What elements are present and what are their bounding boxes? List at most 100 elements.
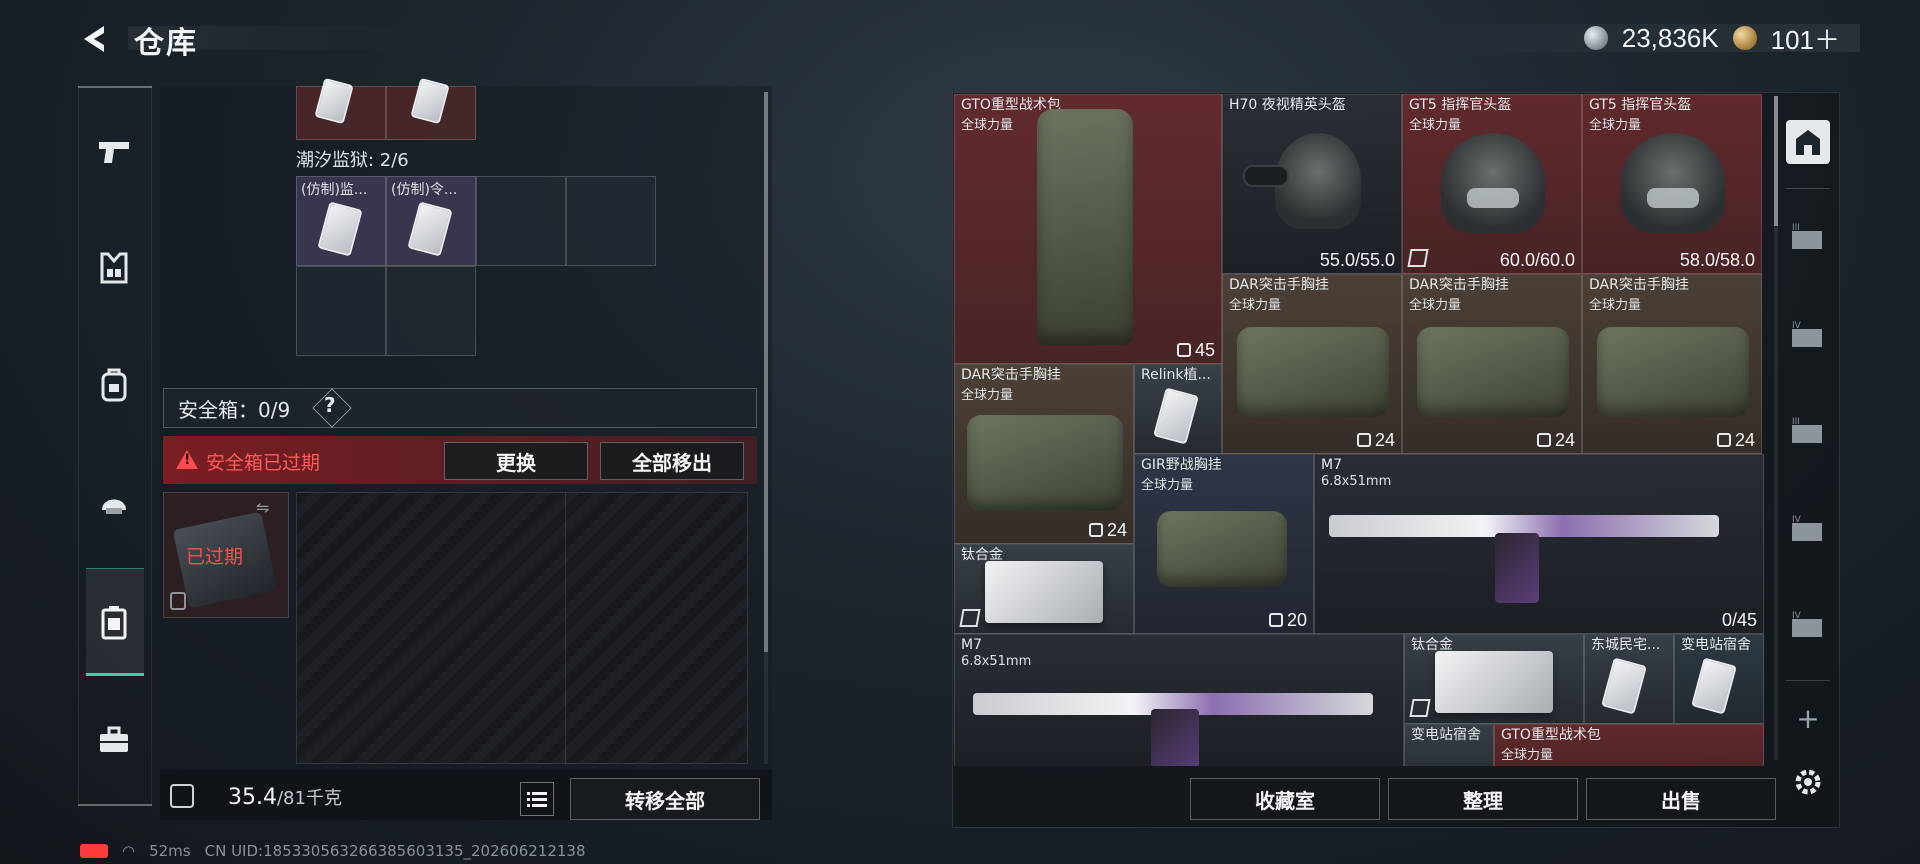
- case-expired-label: 已过期: [186, 546, 244, 568]
- capacity-icon: [1176, 343, 1191, 357]
- capacity-value: 45: [1194, 340, 1215, 360]
- helmet-image: [1441, 133, 1545, 233]
- left-scroll-thumb[interactable]: [764, 92, 768, 652]
- stash-tab-4c[interactable]: IV: [1786, 602, 1830, 646]
- item-name: DAR突击手胸挂: [1229, 277, 1329, 293]
- stash-item-dar-rig[interactable]: DAR突击手胸挂 全球力量 24: [1222, 274, 1402, 454]
- stash-tab-4b[interactable]: IV: [1786, 506, 1830, 550]
- empty-slot[interactable]: [566, 176, 656, 266]
- storage-cell[interactable]: [296, 77, 386, 140]
- stash-tab-3b[interactable]: III: [1786, 408, 1830, 452]
- keycard-slot[interactable]: (仿制)监...: [296, 176, 386, 266]
- stash-home-tab[interactable]: [1786, 120, 1830, 164]
- stash-item-dar-rig[interactable]: DAR突击手胸挂 全球力量 24: [1582, 274, 1762, 454]
- rail-weapons-button[interactable]: [90, 128, 138, 176]
- stash-item-h70-helmet[interactable]: H70 夜视精英头盔 55.0/55.0: [1222, 94, 1402, 274]
- replace-button[interactable]: 更换: [444, 442, 588, 480]
- stash-tab-4[interactable]: IV: [1786, 312, 1830, 356]
- stash-item-gto-pack[interactable]: GTO重型战术包 全球力量 45: [954, 94, 1222, 364]
- back-arrow-icon: [84, 26, 104, 52]
- stash-grid: GTO重型战术包 全球力量 45 H70 夜视精英头盔 55.0/55.0 GT…: [954, 94, 1768, 766]
- stash-item-relink[interactable]: Relink植...: [1134, 364, 1222, 454]
- item-capacity: 24: [1088, 520, 1127, 541]
- rail-toolbox-button[interactable]: [90, 716, 138, 764]
- stash-item-gto-pack[interactable]: GTO重型战术包 全球力量: [1494, 724, 1764, 766]
- stash-scroll-thumb[interactable]: [1774, 96, 1778, 226]
- item-durability: 58.0/58.0: [1679, 250, 1755, 270]
- rail-divider-bottom: [78, 804, 152, 806]
- keycard-slot[interactable]: (仿制)令...: [386, 176, 476, 266]
- gold-coin-icon: [1732, 26, 1757, 50]
- battery-icon: [80, 844, 108, 858]
- rail-armor-button[interactable]: [90, 244, 138, 292]
- rifle-mag-image: [1151, 709, 1199, 766]
- empty-slot[interactable]: [476, 176, 566, 266]
- stash-item-titanium[interactable]: 钛合金: [1404, 634, 1584, 724]
- list-view-button[interactable]: [520, 782, 554, 816]
- stash-item-gir-rig[interactable]: GIR野战胸挂 全球力量 20: [1134, 454, 1314, 634]
- collection-room-button[interactable]: 收藏室: [1190, 778, 1380, 820]
- backpack-icon: [101, 368, 127, 402]
- stash-item-m7-rifle[interactable]: M7 6.8x51mm: [954, 634, 1404, 766]
- empty-slot[interactable]: [296, 266, 386, 356]
- item-capacity: 24: [1716, 430, 1755, 451]
- settings-button[interactable]: [1786, 760, 1830, 804]
- wifi-icon: ◠: [122, 842, 136, 860]
- stash-item-titanium[interactable]: 钛合金: [954, 544, 1134, 634]
- weight-icon: [170, 784, 194, 808]
- rail-safebox-button[interactable]: [90, 598, 138, 646]
- rail-helmet-button[interactable]: [90, 478, 138, 526]
- item-faction: 全球力量: [961, 118, 1014, 133]
- capacity-icon: [1088, 523, 1103, 537]
- item-name: M7: [1321, 457, 1342, 473]
- folder-medical-icon: IV: [1792, 611, 1822, 637]
- item-name: GTO重型战术包: [1501, 727, 1601, 743]
- capacity-value: 24: [1554, 430, 1575, 450]
- item-name: DAR突击手胸挂: [961, 367, 1061, 383]
- repair-icon: [959, 609, 981, 627]
- item-name: 变电站宿舍: [1411, 727, 1481, 743]
- item-capacity: 24: [1356, 430, 1395, 451]
- sell-button[interactable]: 出售: [1586, 778, 1776, 820]
- swap-icon[interactable]: ⇋: [256, 498, 269, 517]
- item-name: GIR野战胸挂: [1141, 457, 1222, 473]
- stash-tab-3[interactable]: III: [1786, 214, 1830, 258]
- keycard-icon: [407, 201, 453, 257]
- uid-text: CN UID:18533056326638560313​5_2026062121…: [204, 842, 586, 860]
- add-tab-button[interactable]: +: [1786, 696, 1830, 740]
- nvg-image: [1243, 165, 1289, 187]
- sort-button[interactable]: 整理: [1388, 778, 1578, 820]
- stash-item-keycard[interactable]: 变电站宿舍: [1404, 724, 1494, 766]
- stash-item-keycard[interactable]: 变电站宿舍: [1674, 634, 1764, 724]
- safebox-icon: [101, 606, 127, 640]
- item-name: Relink植...: [1141, 367, 1211, 383]
- keycard-icon: [314, 77, 354, 125]
- item-faction: 全球力量: [1229, 298, 1282, 313]
- transfer-all-button[interactable]: 转移全部: [570, 778, 760, 820]
- plus-icon: +: [1796, 701, 1820, 735]
- stash-item-m7-rifle[interactable]: M7 6.8x51mm 0/45: [1314, 454, 1764, 634]
- keycard-icon: [1601, 657, 1647, 715]
- gold-amount[interactable]: 101＋: [1771, 20, 1840, 57]
- map-keys-label: 潮汐监狱: 2/6: [296, 150, 409, 171]
- item-ammo: 0/45: [1721, 610, 1757, 630]
- empty-slot[interactable]: [386, 266, 476, 356]
- rail-backpack-button[interactable]: [90, 360, 138, 408]
- item-faction: 全球力量: [1409, 118, 1462, 133]
- item-name: (仿制)监...: [301, 182, 368, 198]
- stash-item-gt5-helmet[interactable]: GT5 指挥官头盔 全球力量 58.0/58.0: [1582, 94, 1762, 274]
- stash-item-keycard[interactable]: 东城民宅...: [1584, 634, 1674, 724]
- remove-all-button[interactable]: 全部移出: [600, 442, 744, 480]
- storage-cell[interactable]: [386, 77, 476, 140]
- svg-text:IV: IV: [1792, 611, 1802, 621]
- item-caliber: 6.8x51mm: [961, 654, 1032, 669]
- capacity-value: 20: [1286, 610, 1307, 630]
- safebox-grid[interactable]: [296, 492, 748, 764]
- stash-item-gt5-helmet[interactable]: GT5 指挥官头盔 全球力量 60.0/60.0: [1402, 94, 1582, 274]
- svg-text:III: III: [1792, 417, 1800, 427]
- item-name: 东城民宅...: [1591, 637, 1661, 653]
- stash-item-dar-rig[interactable]: DAR突击手胸挂 全球力量 24: [954, 364, 1134, 544]
- back-button[interactable]: [78, 22, 112, 56]
- capacity-icon: [1536, 433, 1551, 447]
- stash-item-dar-rig[interactable]: DAR突击手胸挂 全球力量 24: [1402, 274, 1582, 454]
